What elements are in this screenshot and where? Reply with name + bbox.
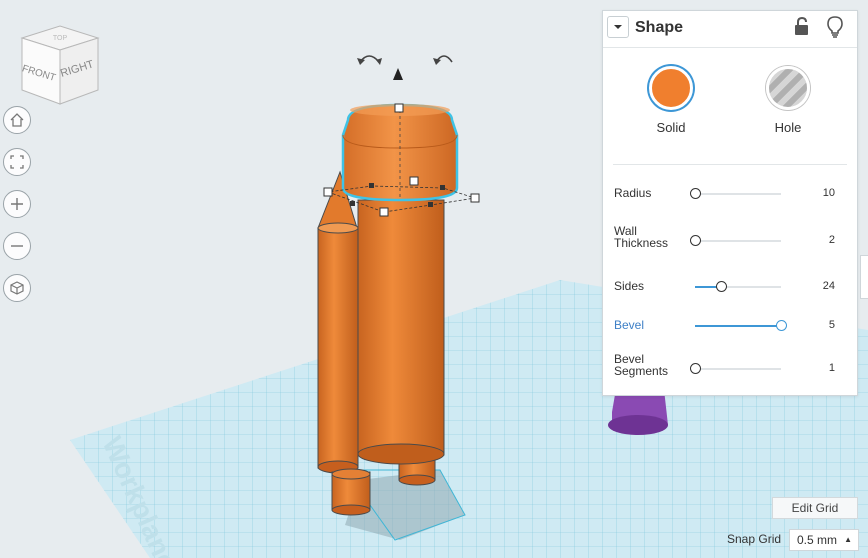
lock-icon[interactable] xyxy=(793,17,811,37)
caret-up-icon: ▲ xyxy=(844,535,852,544)
selected-cylinder-object[interactable] xyxy=(341,103,459,202)
hole-swatch[interactable] xyxy=(766,66,810,110)
solid-label: Solid xyxy=(656,120,686,135)
property-row: Bevel 5 xyxy=(603,313,857,353)
slider-knob[interactable] xyxy=(776,320,787,331)
slider-knob[interactable] xyxy=(715,281,727,292)
home-view-icon xyxy=(10,113,24,127)
resize-handle[interactable] xyxy=(379,207,389,217)
property-row: Bevel Segments 1 xyxy=(603,353,857,393)
resize-handle[interactable] xyxy=(394,103,404,113)
perspective-icon xyxy=(10,281,24,295)
corner-handle[interactable] xyxy=(440,185,445,190)
collapse-panel-button[interactable] xyxy=(607,16,629,38)
resize-handle[interactable] xyxy=(323,187,333,197)
lightbulb-icon[interactable] xyxy=(827,16,843,38)
solid-button[interactable]: Solid xyxy=(641,66,701,135)
view-cube[interactable]: TOP FRONT RIGHT xyxy=(20,25,100,105)
slider-knob[interactable] xyxy=(690,188,701,199)
property-row: Wall Thickness 2 xyxy=(603,225,857,265)
rotate-left-icon[interactable] xyxy=(357,55,382,65)
home-view-button[interactable] xyxy=(3,106,31,134)
inspector-title: Shape xyxy=(635,19,684,36)
corner-handle[interactable] xyxy=(369,183,374,188)
hole-label: Hole xyxy=(774,120,802,135)
snap-grid-value: 0.5 mm xyxy=(797,533,838,547)
property-label: Sides xyxy=(614,279,645,293)
property-row: Sides 24 xyxy=(603,274,857,314)
divider xyxy=(613,164,847,165)
main-tank-object[interactable] xyxy=(357,199,445,486)
property-slider[interactable] xyxy=(695,320,787,331)
inspector-header: Shape xyxy=(603,11,857,48)
zoom-in-icon xyxy=(11,198,23,210)
slider-knob[interactable] xyxy=(690,235,701,246)
resize-handle[interactable] xyxy=(470,193,480,203)
zoom-out-button[interactable] xyxy=(3,232,31,260)
chevron-down-icon xyxy=(614,25,622,29)
property-slider[interactable] xyxy=(690,363,781,374)
zoom-out-icon xyxy=(11,245,23,247)
rotate-right-icon[interactable] xyxy=(433,55,453,65)
perspective-button[interactable] xyxy=(3,274,31,302)
corner-handle[interactable] xyxy=(428,202,433,207)
resize-handle[interactable] xyxy=(409,176,419,186)
property-row: Radius 10 xyxy=(603,181,857,221)
fit-all-button[interactable] xyxy=(3,148,31,176)
property-value[interactable]: 2 xyxy=(829,234,835,246)
corner-handle[interactable] xyxy=(350,201,355,206)
property-value[interactable]: 5 xyxy=(829,319,835,331)
property-slider[interactable] xyxy=(690,188,781,199)
property-label: Bevel Segments xyxy=(614,352,669,378)
snap-grid-label: Snap Grid xyxy=(727,532,782,546)
property-label: Bevel xyxy=(614,318,645,332)
property-value[interactable]: 10 xyxy=(823,187,835,199)
solid-color-swatch[interactable] xyxy=(649,66,693,110)
snap-grid-select[interactable]: 0.5 mm ▲ xyxy=(789,529,859,551)
view-cube-top-label[interactable]: TOP xyxy=(53,35,68,42)
property-slider[interactable] xyxy=(695,281,781,292)
shape-inspector-panel: Shape Solid Hole Radius 10 Wall Thickness 2… xyxy=(602,10,858,396)
lift-arrow-icon[interactable] xyxy=(393,68,403,80)
side-panel-tab[interactable] xyxy=(860,255,868,299)
property-label: Radius xyxy=(614,186,652,200)
property-label: Wall Thickness xyxy=(614,224,669,250)
zoom-in-button[interactable] xyxy=(3,190,31,218)
slider-knob[interactable] xyxy=(690,363,701,374)
slider-fill xyxy=(695,325,781,327)
property-slider[interactable] xyxy=(690,235,781,246)
property-value[interactable]: 24 xyxy=(823,280,835,292)
hole-button[interactable]: Hole xyxy=(758,66,818,135)
property-value[interactable]: 1 xyxy=(829,362,835,374)
fit-all-icon xyxy=(10,155,24,169)
edit-grid-button[interactable]: Edit Grid xyxy=(772,497,858,519)
